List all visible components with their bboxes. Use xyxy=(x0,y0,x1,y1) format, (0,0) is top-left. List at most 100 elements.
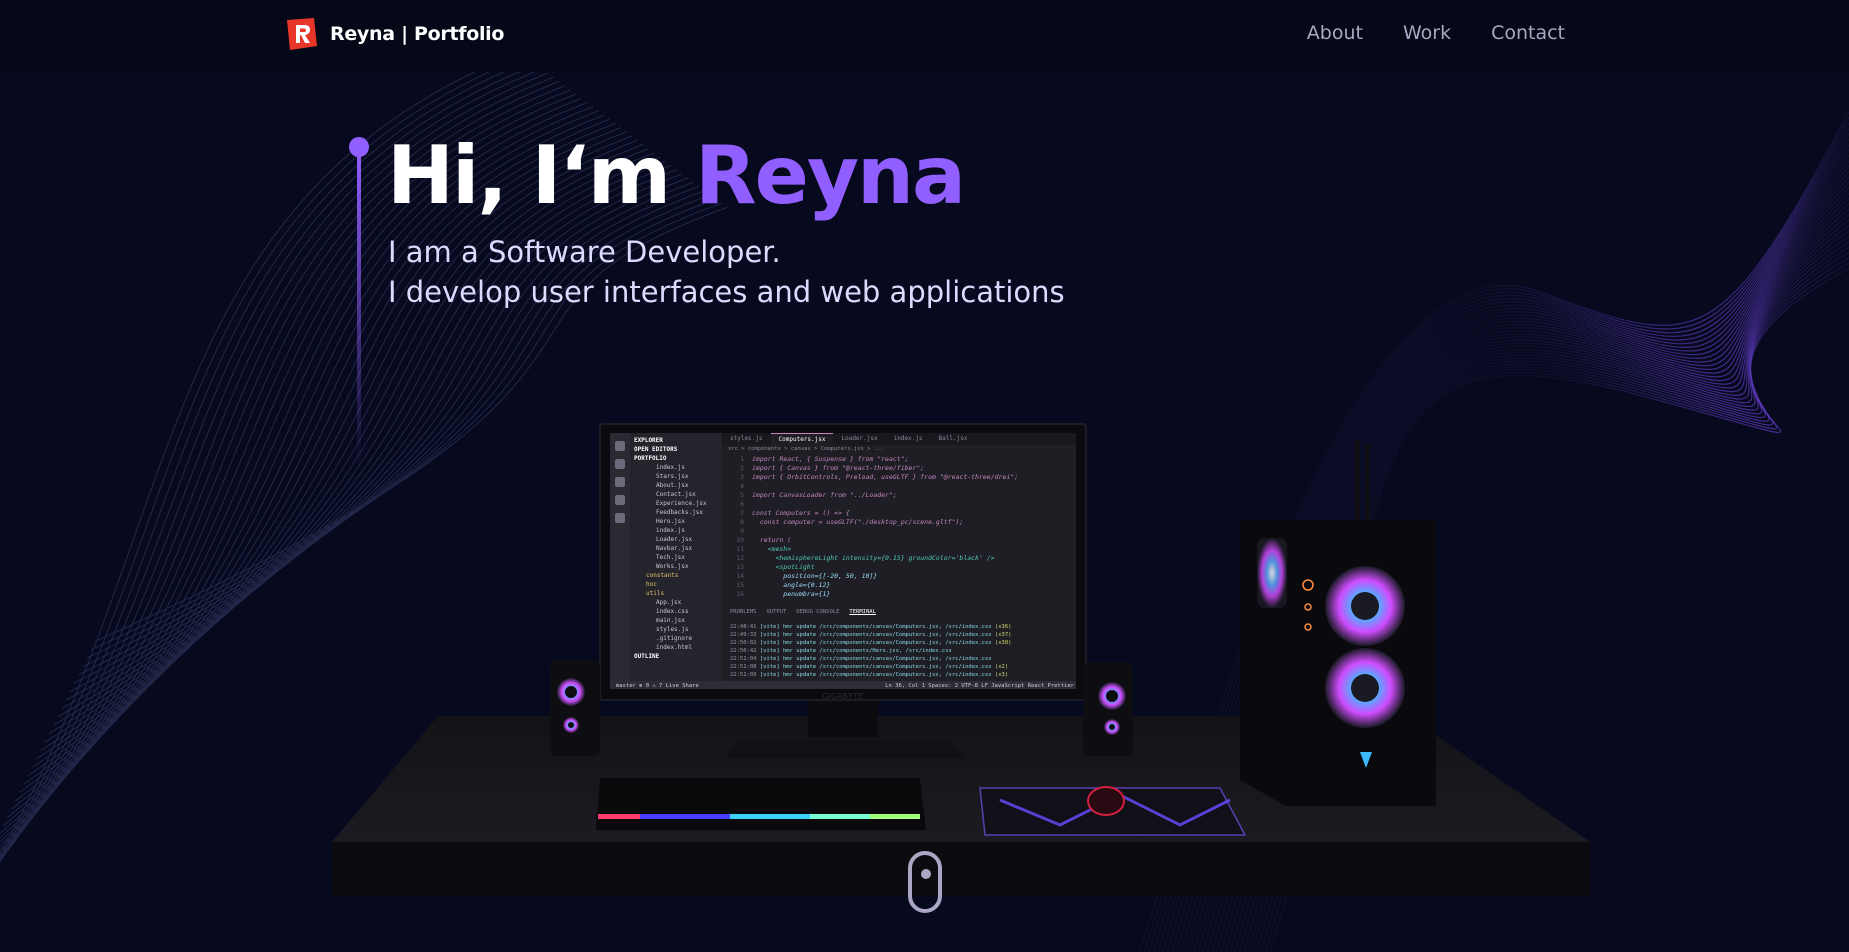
terminal-time: 22:49:33 xyxy=(730,632,760,638)
hero-page: Reyna | Portfolio About Work Contact Hi,… xyxy=(0,0,1849,952)
terminal-time: 22:50:42 xyxy=(730,648,760,654)
open-editors: OPEN EDITORS xyxy=(634,446,678,453)
file-item: Loader.jsx xyxy=(656,536,693,543)
left-speaker xyxy=(550,660,600,756)
terminal-line: 22:50:02 [vite] hmr update /src/componen… xyxy=(730,639,1076,647)
ide-code-editor: 1 import React, { Suspense } from "react"… xyxy=(722,455,1076,605)
code-text: penumbra={1} xyxy=(752,590,831,598)
keyboard xyxy=(596,778,926,830)
terminal-count: (x37) xyxy=(994,632,1012,638)
terminal-line: 22:48:41 [vite] hmr update /src/componen… xyxy=(730,623,1076,631)
outline-title: OUTLINE xyxy=(634,653,660,660)
monitor-screen: EXPLORER OPEN EDITORS PORTFOLIO index.js… xyxy=(608,431,1078,691)
code-line: 4 xyxy=(730,482,1076,491)
ide-tab-active: Computers.jsx xyxy=(770,433,834,445)
mouse xyxy=(1087,786,1125,816)
file-item: App.jsx xyxy=(656,599,682,606)
nav-link-work[interactable]: Work xyxy=(1403,22,1451,44)
file-item: Feedbacks.jsx xyxy=(656,509,703,516)
terminal-line: 22:51:09 [vite] hmr update /src/componen… xyxy=(730,671,1076,679)
line-number: 10 xyxy=(736,536,744,544)
explorer-title: EXPLORER xyxy=(634,437,663,444)
line-number: 13 xyxy=(736,563,744,571)
status-right: Ln 36, Col 1 Spaces: 2 UTF-8 LF JavaScri… xyxy=(885,683,1074,689)
line-number: 15 xyxy=(736,581,744,589)
code-line: 10 return ( xyxy=(730,536,1076,545)
code-line: 8 const computer = useGLTF("./desktop_pc… xyxy=(730,518,1076,527)
status-left: master ⊗ 0 ⚠ 7 Live Share xyxy=(616,683,699,689)
terminal-message: [vite] hmr update /src/components/canvas… xyxy=(759,640,995,646)
code-text: <mesh> xyxy=(752,545,792,553)
mouse-scroll-icon[interactable] xyxy=(908,851,942,913)
file-item: About.jsx xyxy=(656,482,689,489)
file-item: Experience.jsx xyxy=(656,500,707,507)
hero-subtitle-line-1: I am a Software Developer. xyxy=(388,235,781,269)
panel-tab: DEBUG CONSOLE xyxy=(796,609,840,615)
code-line: 1 import React, { Suspense } from "react"… xyxy=(730,455,1076,464)
folder-item: utils xyxy=(646,590,665,597)
code-text: angle={0.12} xyxy=(752,581,831,589)
code-text: position={[-20, 50, 10]} xyxy=(752,572,878,580)
search-icon xyxy=(615,459,625,469)
code-line: 2 import { Canvas } from "@react-three/fi… xyxy=(730,464,1076,473)
code-text: const computer = useGLTF("./desktop_pc/s… xyxy=(752,518,964,526)
terminal-time: 22:51:04 xyxy=(730,656,760,662)
ide-activity-bar xyxy=(610,433,630,689)
terminal-message: [vite] hmr update /src/components/Hero.j… xyxy=(759,648,952,654)
folder-item: hoc xyxy=(646,581,657,588)
terminal-time: 22:48:41 xyxy=(730,624,760,630)
code-line: 5 import CanvasLoader from "../Loader"; xyxy=(730,491,1076,500)
nav-link-about[interactable]: About xyxy=(1307,22,1363,44)
file-item: index.html xyxy=(656,644,693,651)
ide-tabs: styles.js Computers.jsx Loader.jsx index… xyxy=(722,433,1076,445)
terminal-line: 22:51:08 [vite] hmr update /src/componen… xyxy=(730,663,1076,671)
panel-tab: OUTPUT xyxy=(766,609,787,615)
file-item: .gitignore xyxy=(656,635,693,642)
code-line: 7 const Computers = () => { xyxy=(730,509,1076,518)
hero-subtitle: I am a Software Developer. I develop use… xyxy=(388,232,1065,312)
code-text: import React, { Suspense } from "react"; xyxy=(752,455,909,463)
code-text: import CanvasLoader from "../Loader"; xyxy=(752,491,897,499)
line-number: 4 xyxy=(740,482,744,490)
file-item: index.js xyxy=(656,527,685,534)
brand-link[interactable]: Reyna | Portfolio xyxy=(284,16,504,52)
project-name: PORTFOLIO xyxy=(634,455,667,462)
code-text: <hemisphereLight intensity={0.15} ground… xyxy=(752,554,995,562)
file-item: index.js xyxy=(656,464,685,471)
hero-accent-line xyxy=(349,137,369,467)
terminal-message: [vite] hmr update /src/components/canvas… xyxy=(759,672,995,678)
line-number: 12 xyxy=(736,554,744,562)
line-number: 11 xyxy=(736,545,744,553)
panel-tab-active: TERMINAL xyxy=(849,609,876,615)
code-line: 13 <spotLight xyxy=(730,563,1076,572)
files-icon xyxy=(615,441,625,451)
ide-tab: Ball.jsx xyxy=(938,435,968,442)
code-line: 14 position={[-20, 50, 10]} xyxy=(730,572,1076,581)
code-line: 12 <hemisphereLight intensity={0.15} gro… xyxy=(730,554,1076,563)
ide-breadcrumb: src > components > canvas > Computers.js… xyxy=(728,446,884,452)
code-line: 11 <mesh> xyxy=(730,545,1076,554)
code-text: import { Canvas } from "@react-three/fib… xyxy=(752,464,925,472)
brand-name: Reyna | Portfolio xyxy=(330,23,505,45)
nav-links: About Work Contact xyxy=(1307,22,1565,44)
code-line: 15 angle={0.12} xyxy=(730,581,1076,590)
hero-greeting: Hi, I‘m xyxy=(387,129,695,222)
terminal-count: (x2) xyxy=(994,664,1009,670)
ide-tab: Loader.jsx xyxy=(841,435,878,442)
terminal-message: [vite] hmr update /src/components/canvas… xyxy=(759,664,995,670)
terminal-message: [vite] hmr update /src/components/canvas… xyxy=(759,632,995,638)
code-line: 9 xyxy=(730,527,1076,536)
nav-link-contact[interactable]: Contact xyxy=(1491,22,1565,44)
line-number: 2 xyxy=(740,464,744,472)
hero-title: Hi, I‘m Reyna xyxy=(387,128,966,224)
file-item: Navbar.jsx xyxy=(656,545,693,552)
line-number: 8 xyxy=(740,518,744,526)
file-item: Hero.jsx xyxy=(656,518,685,525)
r-logo-icon xyxy=(287,18,317,50)
desk-front xyxy=(332,842,1590,896)
panel-tab: PROBLEMS xyxy=(730,609,757,615)
ide-tab: index.js xyxy=(893,435,923,442)
line-number: 16 xyxy=(736,590,744,598)
line-number: 6 xyxy=(740,500,744,508)
terminal-count: (x3) xyxy=(994,672,1009,678)
